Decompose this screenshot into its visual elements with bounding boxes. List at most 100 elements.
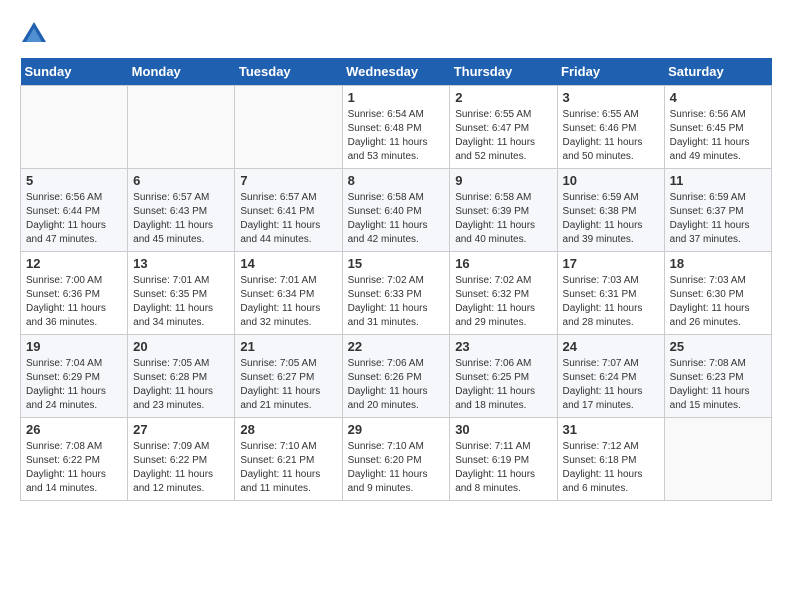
weekday-header-monday: Monday [128, 58, 235, 86]
weekday-header-tuesday: Tuesday [235, 58, 342, 86]
calendar-cell: 21 Sunrise: 7:05 AMSunset: 6:27 PMDayligh… [235, 335, 342, 418]
day-number: 8 [348, 173, 445, 188]
calendar-cell: 29Sunrise: 7:10 AMSunset: 6:20 PMDayligh… [342, 418, 450, 501]
day-info: Sunrise: 7:06 AMSunset: 6:25 PMDaylight:… [455, 357, 551, 413]
calendar-cell: 22 Sunrise: 7:06 AMSunset: 6:26 PMDayligh… [342, 335, 450, 418]
calendar-cell: 20 Sunrise: 7:05 AMSunset: 6:28 PMDayligh… [128, 335, 235, 418]
weekday-header-thursday: Thursday [450, 58, 557, 86]
day-info: Sunrise: 6:54 AMSunset: 6:48 PMDaylight:… [348, 108, 445, 164]
day-number: 23 [455, 339, 551, 354]
day-number: 22 [348, 339, 445, 354]
calendar: SundayMondayTuesdayWednesdayThursdayFrid… [20, 58, 772, 501]
day-info: Sunrise: 6:55 AMSunset: 6:47 PMDaylight:… [455, 108, 551, 164]
day-number: 27 [133, 422, 229, 437]
calendar-cell [235, 86, 342, 169]
calendar-cell: 28 Sunrise: 7:10 AMSunset: 6:21 PMDayligh… [235, 418, 342, 501]
calendar-cell: 17Sunrise: 7:03 AMSunset: 6:31 PMDayligh… [557, 252, 664, 335]
day-info: Sunrise: 6:56 AMSunset: 6:45 PMDaylight:… [670, 108, 766, 164]
weekday-header-row: SundayMondayTuesdayWednesdayThursdayFrid… [21, 58, 772, 86]
day-number: 16 [455, 256, 551, 271]
day-number: 18 [670, 256, 766, 271]
day-info: Sunrise: 7:01 AMSunset: 6:35 PMDaylight:… [133, 274, 229, 330]
day-info: Sunrise: 7:08 AMSunset: 6:23 PMDaylight:… [670, 357, 766, 413]
calendar-cell: 23 Sunrise: 7:06 AMSunset: 6:25 PMDayligh… [450, 335, 557, 418]
calendar-cell: 19 Sunrise: 7:04 AMSunset: 6:29 PMDayligh… [21, 335, 128, 418]
day-number: 17 [563, 256, 659, 271]
calendar-cell [21, 86, 128, 169]
day-number: 19 [26, 339, 122, 354]
calendar-cell: 9 Sunrise: 6:58 AMSunset: 6:39 PMDaylight… [450, 169, 557, 252]
page-header [20, 20, 772, 48]
calendar-cell: 26 Sunrise: 7:08 AMSunset: 6:22 PMDayligh… [21, 418, 128, 501]
calendar-cell: 8 Sunrise: 6:58 AMSunset: 6:40 PMDaylight… [342, 169, 450, 252]
day-info: Sunrise: 7:09 AMSunset: 6:22 PMDaylight:… [133, 440, 229, 496]
calendar-week-4: 19 Sunrise: 7:04 AMSunset: 6:29 PMDayligh… [21, 335, 772, 418]
day-number: 26 [26, 422, 122, 437]
day-info: Sunrise: 6:59 AMSunset: 6:37 PMDaylight:… [670, 191, 766, 247]
calendar-cell: 2 Sunrise: 6:55 AMSunset: 6:47 PMDaylight… [450, 86, 557, 169]
calendar-cell: 31Sunrise: 7:12 AMSunset: 6:18 PMDayligh… [557, 418, 664, 501]
calendar-cell: 12Sunrise: 7:00 AMSunset: 6:36 PMDayligh… [21, 252, 128, 335]
day-info: Sunrise: 7:07 AMSunset: 6:24 PMDaylight:… [563, 357, 659, 413]
day-info: Sunrise: 6:57 AMSunset: 6:43 PMDaylight:… [133, 191, 229, 247]
day-info: Sunrise: 7:08 AMSunset: 6:22 PMDaylight:… [26, 440, 122, 496]
day-number: 13 [133, 256, 229, 271]
calendar-week-2: 5Sunrise: 6:56 AMSunset: 6:44 PMDaylight… [21, 169, 772, 252]
day-info: Sunrise: 7:10 AMSunset: 6:21 PMDaylight:… [240, 440, 336, 496]
weekday-header-friday: Friday [557, 58, 664, 86]
day-number: 14 [240, 256, 336, 271]
calendar-cell: 1 Sunrise: 6:54 AMSunset: 6:48 PMDaylight… [342, 86, 450, 169]
calendar-cell: 24 Sunrise: 7:07 AMSunset: 6:24 PMDayligh… [557, 335, 664, 418]
day-number: 20 [133, 339, 229, 354]
calendar-cell: 14Sunrise: 7:01 AMSunset: 6:34 PMDayligh… [235, 252, 342, 335]
day-number: 25 [670, 339, 766, 354]
logo [20, 20, 52, 48]
day-number: 15 [348, 256, 445, 271]
day-number: 9 [455, 173, 551, 188]
calendar-cell: 11 Sunrise: 6:59 AMSunset: 6:37 PMDayligh… [664, 169, 771, 252]
calendar-cell: 10Sunrise: 6:59 AMSunset: 6:38 PMDayligh… [557, 169, 664, 252]
day-number: 4 [670, 90, 766, 105]
day-number: 30 [455, 422, 551, 437]
calendar-week-5: 26 Sunrise: 7:08 AMSunset: 6:22 PMDayligh… [21, 418, 772, 501]
logo-icon [20, 20, 48, 48]
day-number: 29 [348, 422, 445, 437]
calendar-cell: 18 Sunrise: 7:03 AMSunset: 6:30 PMDayligh… [664, 252, 771, 335]
calendar-cell: 5Sunrise: 6:56 AMSunset: 6:44 PMDaylight… [21, 169, 128, 252]
calendar-cell [128, 86, 235, 169]
calendar-cell: 6 Sunrise: 6:57 AMSunset: 6:43 PMDaylight… [128, 169, 235, 252]
day-info: Sunrise: 7:02 AMSunset: 6:32 PMDaylight:… [455, 274, 551, 330]
calendar-cell: 27 Sunrise: 7:09 AMSunset: 6:22 PMDayligh… [128, 418, 235, 501]
calendar-cell: 15 Sunrise: 7:02 AMSunset: 6:33 PMDayligh… [342, 252, 450, 335]
day-number: 21 [240, 339, 336, 354]
day-number: 12 [26, 256, 122, 271]
day-info: Sunrise: 7:03 AMSunset: 6:30 PMDaylight:… [670, 274, 766, 330]
calendar-cell: 16 Sunrise: 7:02 AMSunset: 6:32 PMDayligh… [450, 252, 557, 335]
day-info: Sunrise: 7:06 AMSunset: 6:26 PMDaylight:… [348, 357, 445, 413]
calendar-week-1: 1 Sunrise: 6:54 AMSunset: 6:48 PMDaylight… [21, 86, 772, 169]
day-number: 5 [26, 173, 122, 188]
day-info: Sunrise: 7:11 AMSunset: 6:19 PMDaylight:… [455, 440, 551, 496]
day-info: Sunrise: 7:05 AMSunset: 6:27 PMDaylight:… [240, 357, 336, 413]
day-info: Sunrise: 7:12 AMSunset: 6:18 PMDaylight:… [563, 440, 659, 496]
day-info: Sunrise: 7:04 AMSunset: 6:29 PMDaylight:… [26, 357, 122, 413]
calendar-week-3: 12Sunrise: 7:00 AMSunset: 6:36 PMDayligh… [21, 252, 772, 335]
day-number: 2 [455, 90, 551, 105]
weekday-header-sunday: Sunday [21, 58, 128, 86]
day-number: 3 [563, 90, 659, 105]
day-info: Sunrise: 6:58 AMSunset: 6:39 PMDaylight:… [455, 191, 551, 247]
day-number: 24 [563, 339, 659, 354]
day-info: Sunrise: 6:59 AMSunset: 6:38 PMDaylight:… [563, 191, 659, 247]
weekday-header-wednesday: Wednesday [342, 58, 450, 86]
day-number: 1 [348, 90, 445, 105]
day-info: Sunrise: 6:57 AMSunset: 6:41 PMDaylight:… [240, 191, 336, 247]
day-info: Sunrise: 7:02 AMSunset: 6:33 PMDaylight:… [348, 274, 445, 330]
day-number: 6 [133, 173, 229, 188]
day-info: Sunrise: 7:05 AMSunset: 6:28 PMDaylight:… [133, 357, 229, 413]
day-number: 11 [670, 173, 766, 188]
calendar-cell: 13 Sunrise: 7:01 AMSunset: 6:35 PMDayligh… [128, 252, 235, 335]
day-number: 28 [240, 422, 336, 437]
calendar-cell: 25 Sunrise: 7:08 AMSunset: 6:23 PMDayligh… [664, 335, 771, 418]
calendar-cell: 3Sunrise: 6:55 AMSunset: 6:46 PMDaylight… [557, 86, 664, 169]
day-info: Sunrise: 6:58 AMSunset: 6:40 PMDaylight:… [348, 191, 445, 247]
